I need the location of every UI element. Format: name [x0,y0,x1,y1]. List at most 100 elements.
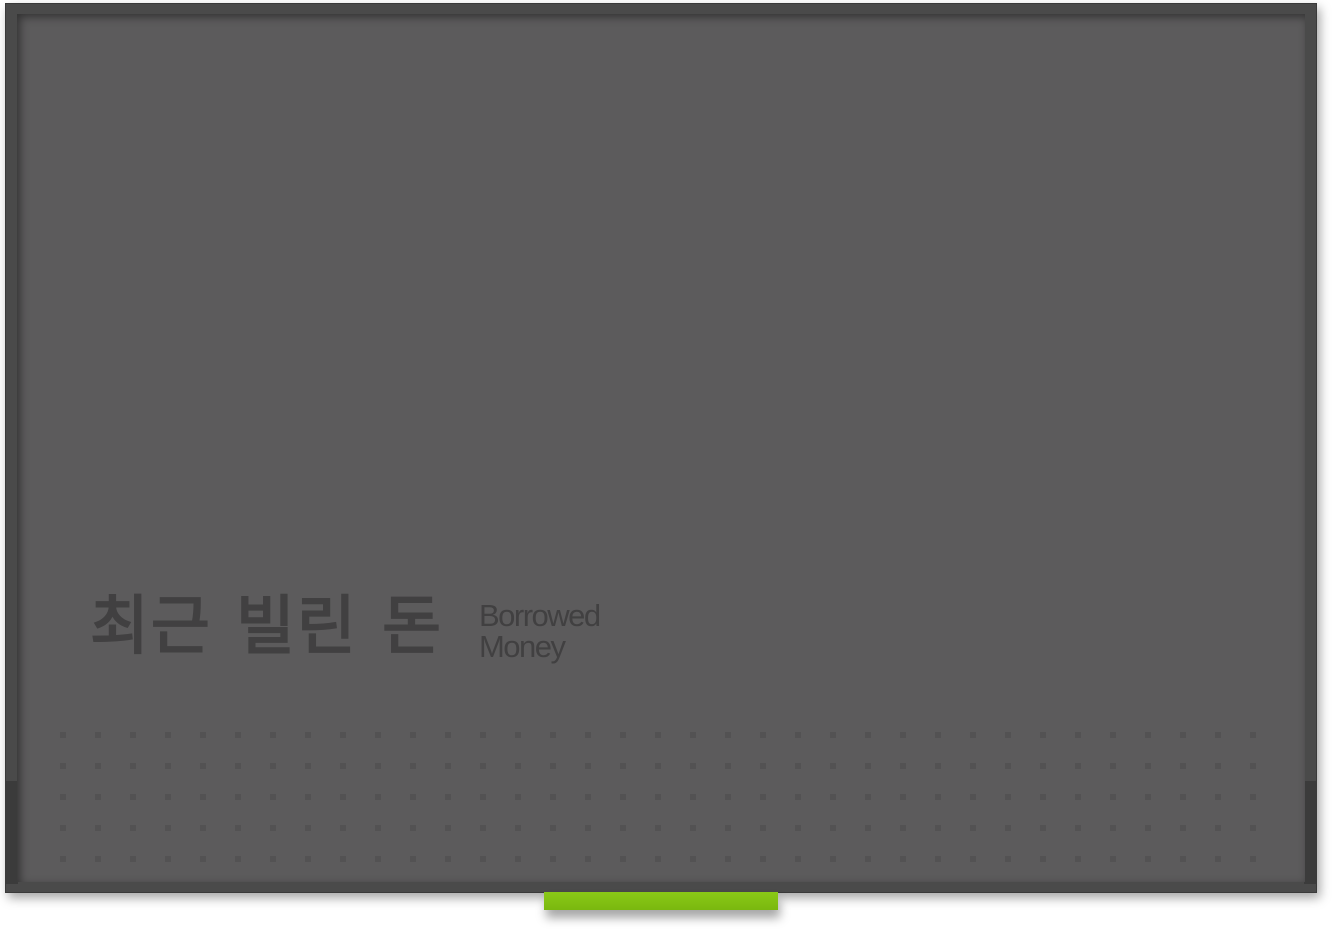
grid-dot [340,825,346,831]
grid-dot [1215,825,1221,831]
grid-dot [515,763,521,769]
grid-dot [1250,732,1256,738]
grid-dot [655,732,661,738]
grid-dot [900,794,906,800]
grid-dot [585,732,591,738]
grid-dot [1005,825,1011,831]
grid-dot [725,763,731,769]
grid-dot [830,825,836,831]
grid-dot [795,763,801,769]
grid-dot [830,763,836,769]
grid-dot [550,794,556,800]
grid-dot [165,794,171,800]
grid-dot [375,763,381,769]
grid-dot [970,732,976,738]
grid-dot [690,763,696,769]
grid-dot [865,763,871,769]
grid-dot [655,794,661,800]
title-korean: 최근 빌린 돈 [90,590,443,664]
grid-dot [550,825,556,831]
grid-dot [270,732,276,738]
grid-dot [585,794,591,800]
grid-dot [95,794,101,800]
grid-dot [305,856,311,862]
grid-dot [410,825,416,831]
grid-dot [760,794,766,800]
grid-dot [375,825,381,831]
grid-dot [1040,732,1046,738]
grid-dot [1180,825,1186,831]
grid-dot [410,794,416,800]
grid-dot [725,825,731,831]
grid-dot [95,825,101,831]
grid-dot [1180,856,1186,862]
grid-dot [480,856,486,862]
grid-dot [445,825,451,831]
grid-dot [165,732,171,738]
grid-dot [1040,856,1046,862]
grid-dot [445,732,451,738]
grid-dot [830,732,836,738]
grid-dot [130,732,136,738]
grid-dot [1215,763,1221,769]
grid-dot [900,763,906,769]
grid-dot [795,732,801,738]
grid-dot [165,825,171,831]
grid-dot [690,794,696,800]
grid-dot [935,763,941,769]
grid-dot [865,794,871,800]
grid-dot [1250,794,1256,800]
grid-dot [60,763,66,769]
grid-dot [830,794,836,800]
grid-dot [690,856,696,862]
grid-dot [515,732,521,738]
grid-dot [1145,763,1151,769]
grid-dot [1180,794,1186,800]
grid-dot [795,825,801,831]
grid-dot [235,856,241,862]
grid-dot [410,856,416,862]
grid-dot [1145,732,1151,738]
grid-dot [130,794,136,800]
grid-dot [130,763,136,769]
grid-dot [445,856,451,862]
grid-dot [60,794,66,800]
grid-dot [200,794,206,800]
grid-dot [585,763,591,769]
grid-dot [1110,763,1116,769]
grid-dot [1145,825,1151,831]
grid-dot [480,794,486,800]
grid-dot [795,856,801,862]
grid-dot [340,856,346,862]
grid-dot [60,732,66,738]
grid-dot [235,825,241,831]
grid-dot [1250,763,1256,769]
grid-dot [130,856,136,862]
grid-dot [550,763,556,769]
grid-dot [725,856,731,862]
grid-dot [270,856,276,862]
grid-dot [200,825,206,831]
grid-dot [1075,856,1081,862]
grid-dot [725,794,731,800]
grid-dot [235,732,241,738]
grid-dot [340,732,346,738]
title-english-line1: Borrowed [478,598,601,633]
accent-tab [544,892,778,910]
grid-dot [935,856,941,862]
grid-dot [1040,794,1046,800]
grid-dot [690,825,696,831]
grid-dot [1075,825,1081,831]
grid-dot [1075,732,1081,738]
grid-dot [410,732,416,738]
grid-dot [340,794,346,800]
grid-dot [1180,732,1186,738]
grid-dot [165,856,171,862]
grid-dot [305,732,311,738]
grid-dot [1110,856,1116,862]
grid-dot [725,732,731,738]
grid-dot [1215,856,1221,862]
grid-dot [865,856,871,862]
grid-dot [305,825,311,831]
grid-dot [655,825,661,831]
